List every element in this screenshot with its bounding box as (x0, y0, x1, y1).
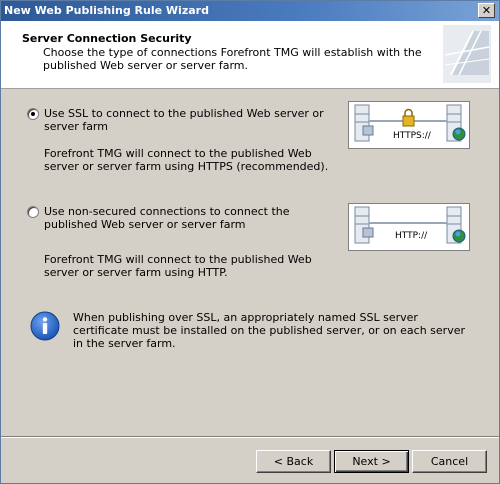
info-icon (30, 311, 60, 341)
page-description: Choose the type of connections Forefront… (43, 46, 422, 72)
title-bar[interactable]: New Web Publishing Rule Wizard ✕ (1, 1, 499, 21)
close-icon: ✕ (481, 4, 492, 17)
cancel-button[interactable]: Cancel (412, 450, 487, 473)
ssl-option-label[interactable]: Use SSL to connect to the published Web … (44, 107, 334, 133)
wizard-header: Server Connection Security Choose the ty… (1, 21, 499, 89)
footer-divider (1, 436, 499, 438)
http-radio[interactable] (27, 206, 39, 218)
http-option-label[interactable]: Use non-secured connections to connect t… (44, 205, 334, 231)
http-diagram: HTTP:// (348, 203, 470, 251)
wizard-window: New Web Publishing Rule Wizard ✕ Server … (0, 0, 500, 484)
http-protocol-label: HTTP:// (395, 231, 428, 241)
back-button[interactable]: < Back (256, 450, 331, 473)
window-title: New Web Publishing Rule Wizard (4, 4, 209, 17)
https-diagram-icon (354, 104, 466, 142)
https-diagram: HTTPS:// (348, 101, 470, 149)
http-diagram-icon (354, 206, 466, 244)
info-text: When publishing over SSL, an appropriate… (73, 311, 465, 350)
close-button[interactable]: ✕ (478, 3, 495, 18)
https-protocol-label: HTTPS:// (393, 131, 431, 141)
info-panel: When publishing over SSL, an appropriate… (30, 311, 465, 350)
ssl-radio[interactable] (27, 108, 39, 120)
http-option-description: Forefront TMG will connect to the publis… (44, 253, 312, 279)
ssl-option-description: Forefront TMG will connect to the publis… (44, 147, 329, 173)
page-title: Server Connection Security (22, 32, 192, 45)
wizard-logo-icon (443, 25, 491, 83)
next-button[interactable]: Next > (334, 450, 409, 473)
